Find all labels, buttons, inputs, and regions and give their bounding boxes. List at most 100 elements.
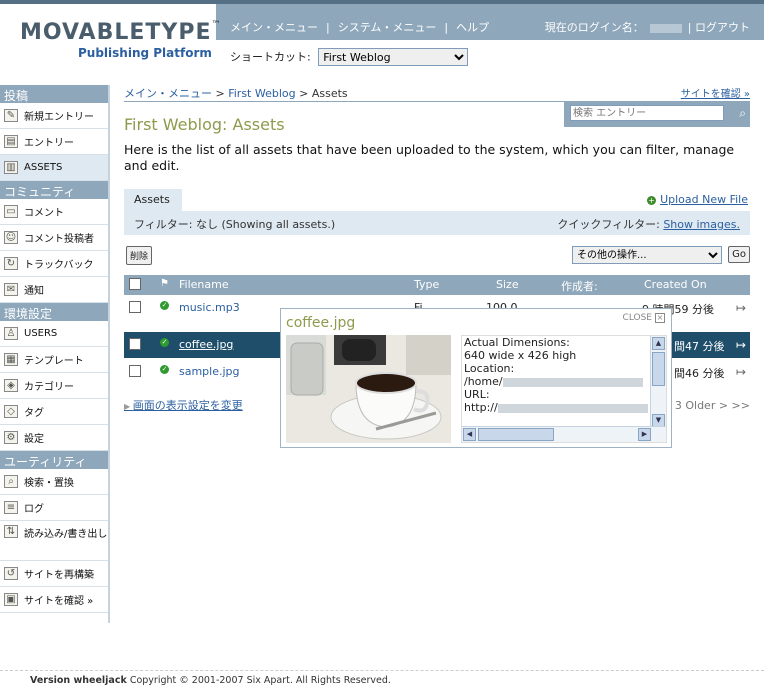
row-created: 間46 分後 <box>674 367 725 380</box>
scroll-thumb[interactable] <box>478 428 554 441</box>
sidebar-item-log[interactable]: ≡ ログ <box>0 495 108 521</box>
add-icon: + <box>647 196 657 205</box>
sidebar-item-rebuild[interactable]: ↺ サイトを再構築 <box>0 561 108 587</box>
blog-shortcut-select[interactable]: First Weblog <box>318 48 469 66</box>
sidebar-item-settings[interactable]: ⚙ 設定 <box>0 425 108 451</box>
sidebar-item-comment[interactable]: ▭ コメント <box>0 199 108 225</box>
breadcrumb-home[interactable]: メイン・メニュー <box>124 87 212 100</box>
sidebar-item-label: エントリー <box>24 138 74 149</box>
sidebar-item-new-entry[interactable]: ✎ 新規エントリー <box>0 103 108 129</box>
display-settings-link[interactable]: ▶ 画面の表示設定を変更 <box>124 397 243 413</box>
view-asset-icon[interactable]: ↦ <box>736 338 746 352</box>
upload-new-file-link[interactable]: + Upload New File <box>647 193 748 206</box>
asset-details-text: Actual Dimensions: 640 wide x 426 high L… <box>464 336 650 414</box>
comment-icon: ▭ <box>4 205 18 218</box>
action-row: 削除 その他の操作... Go <box>124 245 750 265</box>
details-horizontal-scrollbar[interactable]: ◀ ▶ <box>462 426 666 442</box>
published-icon: ✓ <box>160 338 169 347</box>
version-text: Version wheeljack <box>30 675 127 686</box>
notification-icon: ✉ <box>4 283 18 296</box>
category-icon: ◈ <box>4 379 18 392</box>
sidebar-item-label: トラックバック <box>24 260 94 271</box>
row-filename[interactable]: coffee.jpg <box>179 338 233 351</box>
scroll-right-icon[interactable]: ▶ <box>638 428 651 441</box>
footer: Version wheeljack Copyright © 2001-2007 … <box>0 670 764 688</box>
asset-thumbnail[interactable] <box>286 335 451 443</box>
scroll-up-icon[interactable]: ▲ <box>652 337 665 350</box>
entries-icon: ▤ <box>4 135 18 148</box>
go-button[interactable]: Go <box>728 246 750 263</box>
sidebar-item-label: サイトを確認 » <box>24 596 94 607</box>
trackback-icon: ↻ <box>4 257 18 270</box>
sidebar-item-label: ASSETS <box>24 162 63 173</box>
row-checkbox[interactable] <box>129 301 141 313</box>
asset-details: Actual Dimensions: 640 wide x 426 high L… <box>461 335 667 443</box>
copyright-text: Copyright © 2001-2007 Six Apart. All Rig… <box>129 675 391 686</box>
scroll-thumb[interactable] <box>652 352 665 386</box>
row-filename[interactable]: music.mp3 <box>179 301 240 314</box>
logout-link[interactable]: ログアウト <box>695 21 750 34</box>
view-site-link[interactable]: サイトを確認 » <box>681 85 750 100</box>
col-filename[interactable]: Filename <box>179 278 229 291</box>
breadcrumb: メイン・メニュー > First Weblog > Assets <box>124 87 348 100</box>
row-filename[interactable]: sample.jpg <box>179 365 240 378</box>
row-checkbox[interactable] <box>129 338 141 350</box>
more-actions-select[interactable]: その他の操作... <box>572 246 722 264</box>
details-vertical-scrollbar[interactable]: ▲ ▼ <box>650 336 666 428</box>
movabletype-logo[interactable]: MOVABLETYPE™ Publishing Platform <box>20 20 221 60</box>
search-icon[interactable]: ⌕ <box>739 106 746 121</box>
sidebar-item-entries[interactable]: ▤ エントリー <box>0 129 108 155</box>
filter-note: (Showing all assets.) <box>221 218 336 231</box>
nav-main-menu[interactable]: メイン・メニュー <box>230 21 318 34</box>
sidebar-item-label: サイトを再構築 <box>24 570 94 581</box>
sidebar-item-label: 通知 <box>24 286 44 297</box>
sidebar-item-commenter[interactable]: ☺ コメント投稿者 <box>0 225 108 251</box>
sidebar-item-notification[interactable]: ✉ 通知 <box>0 277 108 303</box>
col-size[interactable]: Size <box>496 278 519 291</box>
select-all-checkbox[interactable] <box>129 278 141 290</box>
view-asset-icon[interactable]: ↦ <box>736 301 746 315</box>
col-type[interactable]: Type <box>414 278 439 291</box>
page-description: Here is the list of all assets that have… <box>124 142 735 173</box>
sidebar-item-label: ログ <box>24 504 44 515</box>
sidebar-item-label: 読み込み/書き出し <box>24 529 108 540</box>
filter-bar: フィルター: なし (Showing all assets.) クイックフィルタ… <box>124 211 750 235</box>
sidebar-item-template[interactable]: ▦ テンプレート <box>0 347 108 373</box>
flag-icon: ⚑ <box>160 278 169 289</box>
delete-button[interactable]: 削除 <box>126 246 153 265</box>
scroll-left-icon[interactable]: ◀ <box>463 428 476 441</box>
sidebar-item-users[interactable]: ♙ USERS <box>0 321 108 347</box>
sidebar-item-trackback[interactable]: ↻ トラックバック <box>0 251 108 277</box>
nav-help[interactable]: ヘルプ <box>456 21 489 34</box>
sidebar-item-tag[interactable]: ◇ タグ <box>0 399 108 425</box>
import-export-icon: ⇅ <box>4 525 18 538</box>
sidebar-item-search[interactable]: ⌕ 検索・置換 <box>0 469 108 495</box>
search-input[interactable] <box>570 105 724 121</box>
sidebar-section-header: コミュニティ <box>0 181 108 199</box>
show-images-link[interactable]: Show images. <box>663 218 740 231</box>
sidebar-section-header: 環境設定 <box>0 303 108 321</box>
view-asset-icon[interactable]: ↦ <box>736 365 746 379</box>
sidebar-item-category[interactable]: ◈ カテゴリー <box>0 373 108 399</box>
rebuild-icon: ↺ <box>4 567 18 580</box>
title-divider <box>124 101 564 102</box>
tab-assets[interactable]: Assets <box>124 189 182 211</box>
pagination[interactable]: 3 Older > >> <box>675 399 750 412</box>
popup-close-button[interactable]: CLOSE × <box>623 313 665 323</box>
breadcrumb-current: Assets <box>311 87 348 100</box>
sidebar-item-label: 設定 <box>24 434 44 445</box>
nav-system-menu[interactable]: システム・メニュー <box>338 21 437 34</box>
table-header: ⚑ Filename Type Size 作成者: Created On <box>124 275 750 295</box>
col-created[interactable]: Created On <box>644 278 707 291</box>
search-icon: ⌕ <box>4 475 18 488</box>
sidebar-section-header: ユーティリティ <box>0 451 108 469</box>
row-checkbox[interactable] <box>129 365 141 377</box>
logo-trademark: ™ <box>211 20 221 30</box>
sidebar-item-import-export[interactable]: ⇅ 読み込み/書き出し <box>0 521 108 561</box>
col-author[interactable]: 作成者: <box>561 278 598 294</box>
breadcrumb-blog[interactable]: First Weblog <box>228 87 295 100</box>
sidebar-item-assets[interactable]: ▥ ASSETS <box>0 155 108 181</box>
sidebar-item-view-site[interactable]: ▣ サイトを確認 » <box>0 587 108 613</box>
shortcut-area: ショートカット: First Weblog <box>230 48 469 66</box>
logo-text: MOVABLETYPE <box>20 20 212 45</box>
